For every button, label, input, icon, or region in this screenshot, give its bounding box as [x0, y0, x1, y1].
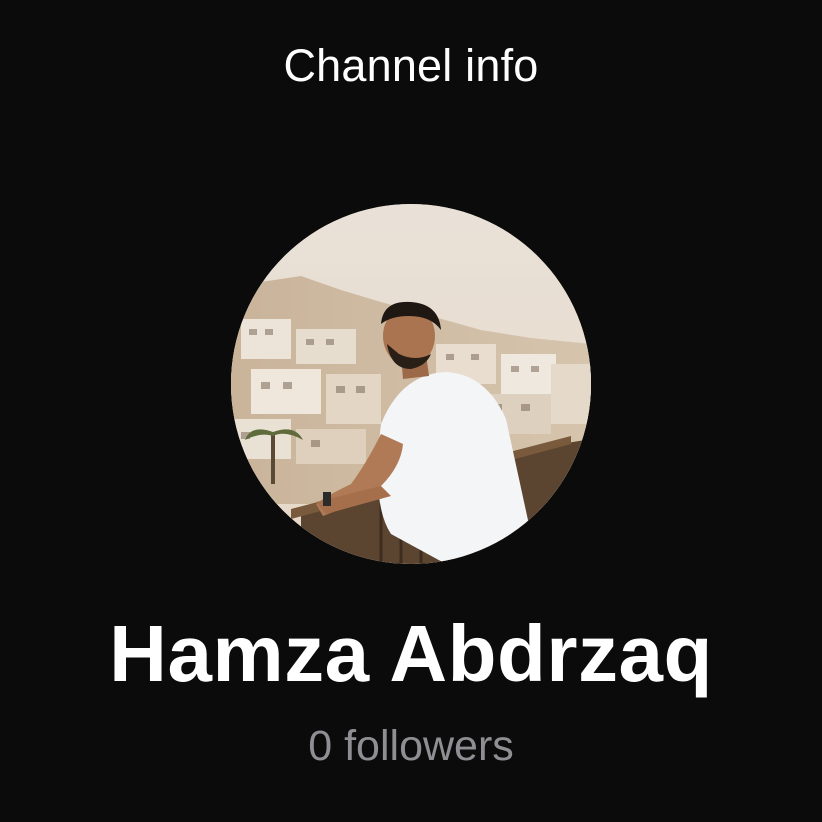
followers-count: 0 followers — [308, 722, 514, 770]
channel-avatar[interactable] — [231, 204, 591, 564]
page-title: Channel info — [283, 40, 539, 91]
profile-photo — [231, 204, 591, 564]
channel-name: Hamza Abdrzaq — [109, 609, 713, 698]
